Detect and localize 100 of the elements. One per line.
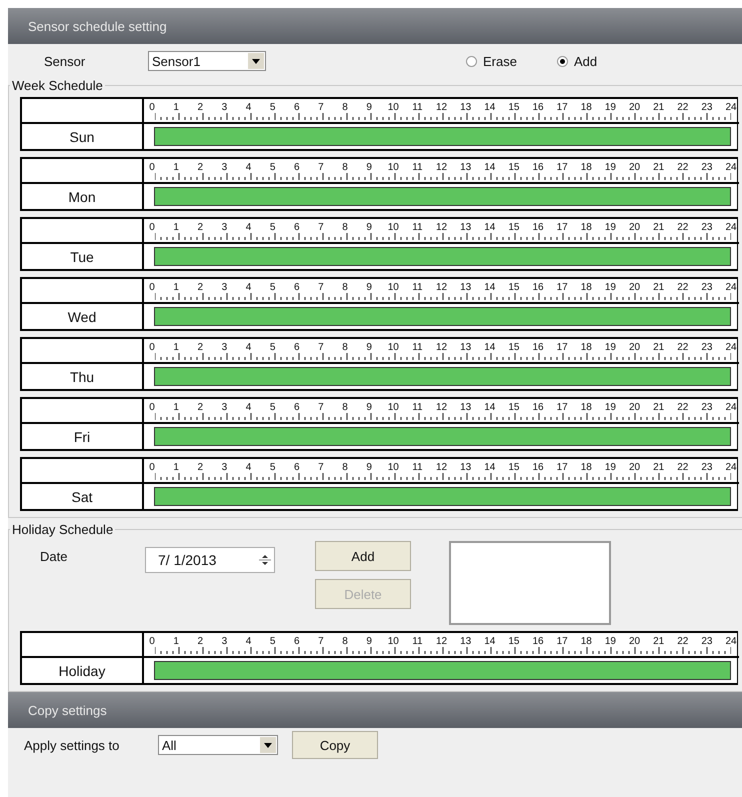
schedule-bar[interactable] [154,661,731,680]
hour-label: 3 [221,102,228,113]
hour-label: 22 [680,342,686,353]
day-label: Tue [22,244,144,269]
hour-label: 1 [173,462,180,473]
copy-button[interactable]: Copy [292,731,378,759]
hour-label: 24 [728,282,734,293]
hour-label: 16 [535,462,541,473]
hour-label: 11 [414,402,420,413]
section-title: Copy settings [28,702,107,718]
hour-label: 3 [221,462,228,473]
spinner-icon[interactable] [256,552,274,568]
hour-label: 20 [632,102,638,113]
hour-label: 23 [704,102,710,113]
hour-label: 4 [246,342,252,353]
hour-label: 6 [294,636,300,647]
hour-label: 18 [583,636,590,647]
hour-label: 16 [535,342,541,353]
hour-label: 14 [486,342,493,353]
day-label: Mon [22,184,144,209]
hour-label: 21 [656,282,662,293]
hour-label: 2 [197,636,204,647]
hour-label: 19 [607,102,614,113]
hour-label: 2 [197,222,204,233]
hour-label: 2 [197,102,204,113]
hour-label: 11 [414,342,420,353]
schedule-bar[interactable] [154,187,731,206]
hour-label: 9 [366,162,372,173]
hour-label: 13 [462,402,469,413]
mode-radio[interactable]: Add [556,54,598,68]
schedule-bar[interactable] [154,367,731,386]
hour-label: 7 [318,402,324,413]
hour-label: 2 [197,342,204,353]
hour-label: 21 [656,462,662,473]
hour-label: 5 [270,162,276,173]
hour-label: 22 [680,462,686,473]
date-field[interactable]: 7/ 1/2013 [145,547,275,573]
hour-label: 9 [366,282,372,293]
section-title: Sensor schedule setting [28,18,167,34]
hour-label: 17 [559,402,566,413]
hour-label: 6 [294,282,300,293]
day-label: Sat [22,484,144,509]
hour-label: 9 [366,402,372,413]
hour-label: 1 [173,342,180,353]
hour-label: 16 [535,282,541,293]
hour-label: 10 [390,342,396,353]
hour-label: 9 [366,222,372,233]
hour-label: 17 [559,462,566,473]
hour-label: 7 [318,162,324,173]
sensor-dropdown[interactable]: Sensor1 [148,51,266,71]
hour-label: 23 [704,282,710,293]
radio-icon[interactable] [556,56,568,66]
hour-label: 10 [390,462,396,473]
hour-label: 6 [294,462,300,473]
hour-label: 0 [149,462,155,473]
hour-label: 4 [246,162,252,173]
hour-label: 0 [149,636,155,647]
holiday-list[interactable] [449,541,611,625]
hour-label: 11 [414,636,420,647]
mode-radio[interactable]: Erase [466,54,517,68]
hour-label: 7 [318,102,324,113]
hour-label: 14 [486,102,493,113]
hour-label: 1 [173,282,180,293]
schedule-bar[interactable] [154,427,731,446]
hour-label: 22 [680,222,686,233]
hour-label: 16 [535,222,541,233]
hour-label: 5 [270,102,276,113]
hour-label: 24 [728,636,734,647]
schedule-bar[interactable] [154,127,731,146]
hour-label: 13 [462,342,469,353]
day-label: Sun [22,124,144,149]
schedule-bar[interactable] [154,307,731,326]
hour-label: 21 [656,102,662,113]
hour-label: 10 [390,636,396,647]
hour-label: 10 [390,222,396,233]
hour-label: 13 [462,222,469,233]
hour-label: 15 [510,222,517,233]
hour-label: 21 [656,162,662,173]
hour-label: 12 [438,636,444,647]
hour-label: 0 [149,342,155,353]
hour-label: 23 [704,222,710,233]
schedule-bar[interactable] [154,487,731,506]
hour-label: 15 [510,102,517,113]
hour-label: 10 [390,162,396,173]
schedule-bar[interactable] [154,247,731,266]
hour-label: 11 [414,162,420,173]
hour-label: 22 [680,162,686,173]
hour-label: 3 [221,636,228,647]
action-button[interactable]: Add [315,541,411,571]
hour-label: 2 [197,402,204,413]
hour-label: 19 [607,462,614,473]
hour-label: 12 [438,162,444,173]
radio-icon[interactable] [466,56,477,66]
hour-label: 20 [632,402,638,413]
apply-dropdown[interactable]: All [158,735,278,755]
hour-label: 15 [510,282,517,293]
hour-label: 16 [535,636,541,647]
hour-label: 15 [510,636,517,647]
hour-label: 17 [559,282,566,293]
hour-label: 24 [728,462,734,473]
